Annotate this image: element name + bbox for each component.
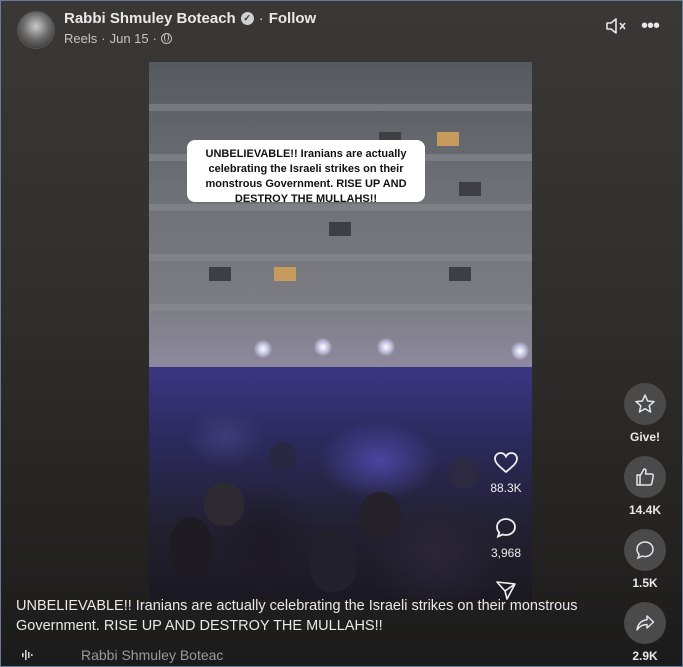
meta-separator: · (101, 31, 106, 46)
share-arrow-icon (636, 615, 655, 631)
post-caption: UNBELIEVABLE!! Iranians are actually cel… (16, 598, 578, 634)
give-label: Give! (629, 430, 660, 444)
separator-dot: · (258, 10, 264, 27)
more-options-icon[interactable]: ••• (638, 15, 662, 37)
reel-post: Rabbi Shmuley Boteach ✓ · Follow Reels ·… (0, 0, 683, 667)
meta-date[interactable]: Jun 15 (110, 31, 149, 46)
comment-bubble-icon (636, 541, 654, 560)
video-like-count: 88.3K (490, 481, 522, 495)
comment-count: 1.5K (632, 576, 658, 590)
comment-icon (496, 518, 516, 539)
like-button[interactable] (624, 456, 666, 498)
globe-icon (160, 33, 172, 44)
heart-icon (494, 452, 518, 474)
video-overlay-caption: UNBELIEVABLE!! Iranians are actually cel… (187, 140, 425, 205)
share-count: 2.9K (632, 649, 658, 663)
meta-source[interactable]: Reels (64, 31, 97, 46)
author-avatar[interactable] (17, 11, 55, 49)
star-gift-icon (635, 394, 655, 413)
mute-icon[interactable] (604, 15, 628, 37)
give-button[interactable] (624, 383, 666, 425)
meta-separator-2: · (152, 31, 157, 46)
audio-attribution[interactable]: Rabbi Shmuley Boteac (81, 647, 223, 663)
video-comment-action[interactable]: 3,968 (481, 516, 531, 560)
thumbs-up-icon (636, 468, 655, 486)
follow-button[interactable]: Follow (269, 10, 317, 27)
author-name[interactable]: Rabbi Shmuley Boteach (64, 10, 236, 27)
verified-badge-icon: ✓ (240, 12, 254, 25)
video-comment-count: 3,968 (490, 546, 522, 560)
like-count: 14.4K (628, 503, 662, 517)
video-like-action[interactable]: 88.3K (481, 451, 531, 495)
author-row: Rabbi Shmuley Boteach ✓ · Follow (64, 10, 316, 27)
audio-waveform-icon[interactable] (21, 649, 33, 661)
share-button[interactable] (624, 602, 666, 644)
post-meta: Reels · Jun 15 · (64, 31, 172, 46)
comment-button[interactable] (624, 529, 666, 571)
video-scene-building (149, 62, 532, 382)
